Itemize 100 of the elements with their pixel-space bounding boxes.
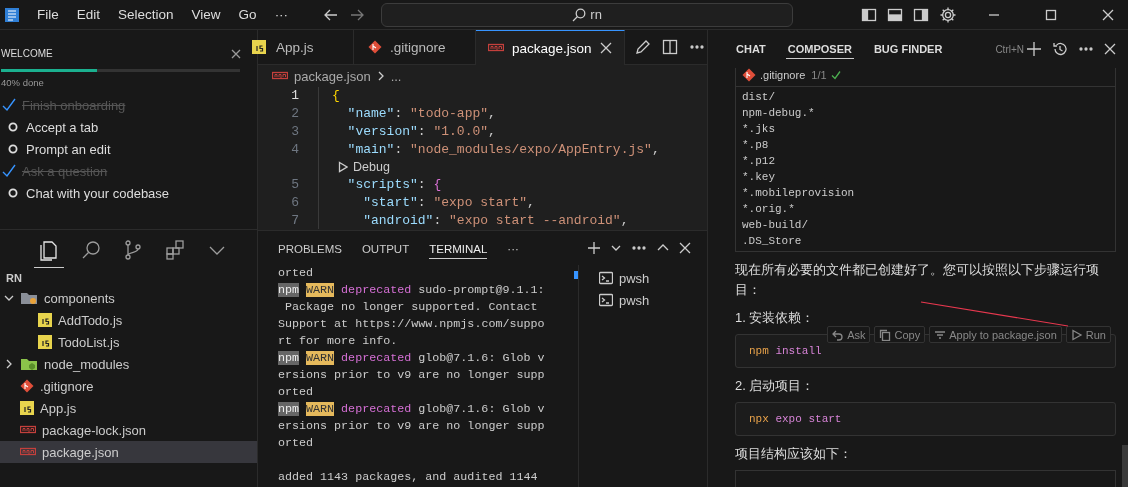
code-action-button[interactable]: Run — [1065, 326, 1111, 343]
progress-text: 40% done — [1, 77, 45, 88]
terminal-line: orted — [278, 265, 315, 282]
play-icon — [1070, 328, 1083, 341]
editor-tab[interactable]: App.js — [252, 30, 354, 64]
file-tree-item[interactable]: components — [0, 287, 257, 309]
file-tree-item[interactable]: TodoList.js — [0, 331, 257, 353]
close-icon[interactable] — [1104, 43, 1116, 55]
close-icon[interactable] — [231, 48, 241, 59]
file-tree-item[interactable]: AddTodo.js — [0, 309, 257, 331]
debug-link[interactable]: Debug — [338, 160, 390, 175]
menu-item[interactable]: ··· — [265, 7, 298, 22]
terminal-line: added 1143 packages, and audited 1144 — [278, 469, 539, 486]
terminal-line: orted — [278, 384, 315, 401]
editor-tab[interactable]: package.json — [476, 30, 625, 65]
explorer-icon[interactable] — [38, 238, 60, 261]
command-text: npm install — [749, 345, 822, 357]
checklist-item[interactable]: Prompt an edit — [26, 141, 111, 157]
close-icon[interactable] — [679, 242, 691, 254]
code-line: "start": "expo start", — [362, 195, 535, 211]
search-icon — [572, 7, 587, 22]
menu-item[interactable]: Selection — [109, 7, 183, 22]
code-line: *.mobileprovision — [742, 186, 856, 201]
panel-layout-icon[interactable] — [887, 6, 903, 23]
checklist-item[interactable]: Chat with your codebase — [26, 185, 170, 201]
line-number: 5 — [290, 177, 299, 193]
code-line: *.p12 — [742, 154, 776, 169]
checklist-item[interactable]: Accept a tab — [26, 119, 99, 135]
code-line: *.jks — [742, 122, 776, 137]
undo-icon — [832, 328, 845, 341]
js-file-icon — [38, 335, 52, 349]
terminal-line: npm WARN deprecated glob@7.1.6: Glob v — [278, 350, 546, 367]
code-line: *.p8 — [742, 138, 770, 153]
terminal-list-item[interactable]: pwsh — [599, 267, 707, 289]
panel-tab[interactable]: OUTPUT — [361, 237, 410, 259]
file-name: .gitignore — [760, 69, 806, 81]
terminal-icon — [599, 293, 613, 307]
file-tree-item[interactable]: App.js — [0, 397, 257, 419]
plus-icon[interactable] — [1026, 41, 1042, 57]
extensions-icon[interactable] — [164, 238, 186, 261]
source-control-icon[interactable] — [122, 238, 144, 261]
menu-item[interactable]: Go — [229, 7, 266, 22]
menu-item[interactable]: View — [182, 7, 230, 22]
maximize-icon[interactable] — [1044, 7, 1058, 22]
code-line: npm-debug.* — [742, 106, 816, 121]
chevron-down-icon[interactable] — [611, 243, 621, 253]
line-number: 2 — [290, 106, 299, 122]
code-action-button[interactable]: Copy — [874, 326, 926, 343]
sidebar-layout-icon[interactable] — [861, 6, 877, 23]
file-tree-item[interactable]: package.json — [0, 441, 257, 463]
menu-item[interactable]: Edit — [67, 7, 110, 22]
git-file-icon — [20, 379, 34, 393]
panel-tab[interactable]: PROBLEMS — [278, 237, 342, 259]
breadcrumb-item[interactable]: package.json — [294, 68, 371, 84]
panel-tab[interactable]: ··· — [507, 237, 519, 259]
app-icon — [4, 6, 20, 23]
file-tree-item[interactable]: package-lock.json — [0, 419, 257, 441]
folder-icon — [20, 356, 38, 372]
chevron-down-icon — [4, 293, 14, 303]
file-tree-item[interactable]: .gitignore — [0, 375, 257, 397]
terminal-line: npm WARN deprecated sudo-prompt@9.1.1: — [278, 282, 546, 299]
terminal-list-item[interactable]: pwsh — [599, 289, 707, 311]
code-line: "android": "expo start --android", — [362, 212, 629, 228]
code-action-button[interactable]: Apply to package.json — [929, 326, 1062, 343]
history-icon[interactable] — [1052, 41, 1068, 57]
message-text: 2. 启动项目： — [735, 377, 815, 395]
code-line: { — [332, 88, 340, 104]
message-text: 项目结构应该如下： — [735, 445, 852, 463]
code-line: *.key — [742, 170, 776, 185]
chat-tab[interactable]: CHAT — [734, 39, 768, 59]
search-field[interactable]: rn — [381, 2, 794, 27]
close-icon[interactable] — [1101, 7, 1115, 22]
terminal-line: ersions prior to v9 are no longer supp — [278, 367, 546, 384]
line-number: 4 — [290, 141, 299, 157]
file-tree-item[interactable]: node_modules — [0, 353, 257, 375]
code-action-button[interactable]: Ask — [827, 326, 871, 343]
terminal-line: Package no longer supported. Contact — [284, 299, 539, 316]
split-editor-icon[interactable] — [661, 39, 678, 55]
settings-icon[interactable] — [939, 5, 957, 24]
message-text: 1. 安装依赖： — [735, 309, 815, 327]
code-line: *.orig.* — [742, 202, 796, 217]
terminal-line: npm WARN deprecated glob@7.1.6: Glob v — [278, 401, 546, 418]
js-file-icon — [20, 401, 34, 415]
git-file-icon — [742, 68, 756, 82]
sidebar-layout-icon[interactable] — [913, 6, 929, 23]
message-text: 现在所有必要的文件都已创建好了。您可以按照以下步骤运行项目： — [735, 261, 1100, 299]
menu-item[interactable]: File — [28, 7, 68, 22]
breadcrumb-item[interactable]: ... — [390, 68, 402, 84]
plus-icon[interactable] — [587, 241, 601, 255]
close-icon[interactable] — [599, 42, 612, 54]
line-number: 3 — [290, 124, 299, 139]
chat-tab[interactable]: COMPOSER — [785, 39, 854, 59]
check-icon — [830, 70, 841, 80]
pencil-icon[interactable] — [634, 39, 651, 55]
panel-tab[interactable]: TERMINAL — [429, 237, 488, 259]
chevron-right-icon — [376, 71, 385, 81]
npm-file-icon — [20, 425, 36, 435]
search-icon[interactable] — [80, 238, 102, 261]
js-file-icon — [38, 313, 52, 327]
chat-tab[interactable]: BUG FINDER — [871, 39, 945, 59]
